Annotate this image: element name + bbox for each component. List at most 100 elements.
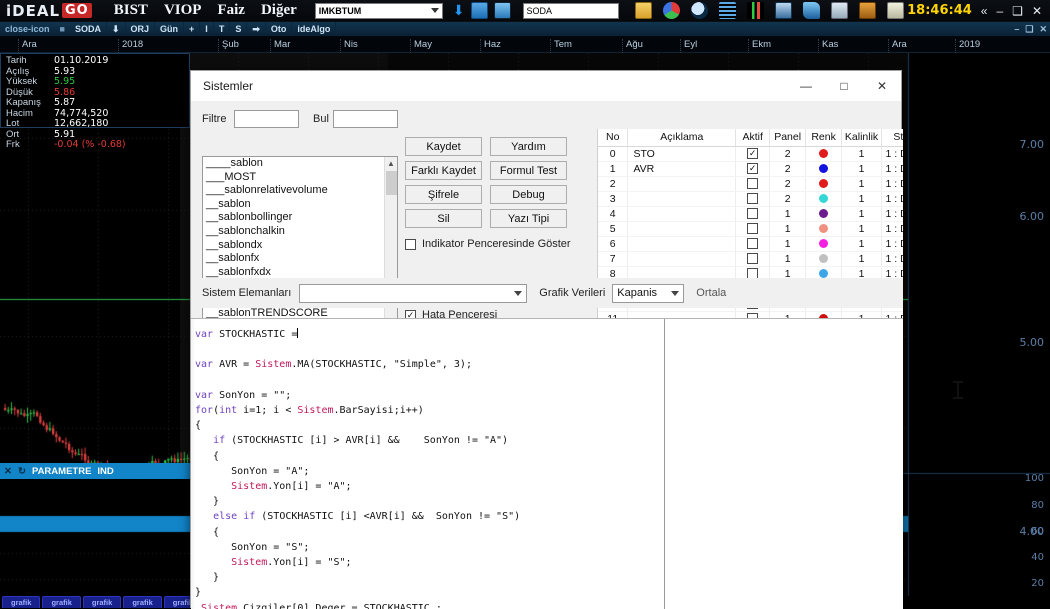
code-text-area[interactable]: var STOCKHASTIC = var AVR = Sistem.MA(ST… — [191, 319, 665, 609]
chart-tab[interactable]: grafik — [2, 596, 41, 608]
code-editor[interactable]: var STOCKHASTIC = var AVR = Sistem.MA(ST… — [191, 318, 903, 609]
active-checkbox-cell[interactable] — [735, 236, 771, 252]
debug-button[interactable]: Debug — [490, 185, 567, 204]
color-swatch[interactable] — [819, 224, 829, 234]
chart-data-combo[interactable]: Kapanis — [612, 283, 685, 303]
symbol-input[interactable]: SODA — [522, 2, 619, 19]
toolbar-item-oto[interactable]: Oto — [266, 22, 293, 36]
menu-item-diger[interactable]: Diğer — [261, 2, 297, 19]
collapse-icon[interactable]: « — [981, 4, 988, 18]
indicator-parameter-bar[interactable]: ✕ ↻ PARAMETRE IND — [0, 463, 190, 479]
color-swatch[interactable] — [819, 254, 829, 264]
color-cell[interactable] — [805, 221, 843, 237]
table-column-header[interactable]: Sti — [881, 129, 903, 147]
table-row[interactable]: 3 2 11 : Dü — [598, 191, 903, 207]
close-icon[interactable]: close-icon — [0, 22, 55, 36]
table-row[interactable]: 5111 : Dü — [598, 221, 903, 237]
toolbar-item-s[interactable]: S — [230, 22, 248, 36]
chart-maximize-button[interactable]: ❑ — [1022, 24, 1036, 35]
window-icon[interactable] — [774, 2, 792, 19]
encrypt-button[interactable]: Şifrele — [405, 185, 482, 204]
active-checkbox-cell[interactable] — [735, 206, 771, 222]
active-checkbox-cell[interactable]: ✓ — [735, 146, 771, 162]
delete-button[interactable]: Sil — [405, 209, 482, 228]
down-arrow-icon[interactable]: ⬇ — [107, 22, 126, 36]
system-list-item[interactable]: ____sablon — [203, 157, 384, 171]
active-checkbox-cell[interactable] — [735, 251, 771, 267]
symbol-label[interactable]: SODA — [70, 22, 107, 36]
scroll-up-icon[interactable]: ▲ — [385, 157, 397, 170]
bars-icon[interactable] — [718, 2, 736, 19]
chart-tab[interactable]: grafik — [42, 596, 81, 608]
color-swatch[interactable] — [819, 239, 829, 249]
chart-tab[interactable]: grafik — [123, 596, 162, 608]
search-icon[interactable] — [690, 2, 708, 19]
right-arrow-icon[interactable]: ➡ — [247, 22, 266, 36]
show-in-indicator-window-row[interactable]: Indikator Penceresinde Göster — [405, 238, 571, 250]
color-cell[interactable] — [805, 236, 843, 252]
color-cell[interactable] — [805, 146, 843, 162]
color-swatch[interactable] — [819, 209, 829, 219]
menu-item-bist[interactable]: BIST — [114, 2, 148, 19]
table-row[interactable]: 6111 : Dü — [598, 236, 903, 252]
filter-input[interactable] — [234, 110, 299, 128]
active-checkbox[interactable]: ✓ — [747, 163, 759, 175]
maximize-button[interactable]: ❑ — [1012, 4, 1023, 18]
close-button[interactable]: ✕ — [1032, 4, 1042, 18]
table-column-header[interactable]: No — [598, 129, 629, 147]
active-checkbox[interactable] — [747, 208, 759, 220]
close-icon[interactable]: ✕ — [4, 466, 12, 477]
chart-minimize-button[interactable]: – — [1011, 24, 1022, 34]
candlestick-icon[interactable] — [746, 2, 764, 19]
save-as-button[interactable]: Farklı Kaydet — [405, 161, 482, 180]
table-row[interactable]: 2 2 11 : Dü — [598, 176, 903, 192]
dialog-maximize-button[interactable]: □ — [825, 71, 863, 101]
menu-item-viop[interactable]: VIOP — [164, 2, 202, 19]
formula-test-button[interactable]: Formul Test — [490, 161, 567, 180]
chart-tab[interactable]: grafik — [82, 596, 122, 608]
active-checkbox[interactable] — [747, 178, 759, 190]
pie-chart-icon[interactable] — [662, 2, 680, 19]
table-row[interactable]: 4111 : Dü — [598, 206, 903, 222]
color-swatch[interactable] — [819, 194, 829, 204]
dialog-minimize-button[interactable]: — — [787, 71, 825, 101]
table-row[interactable]: 1AVR✓211 : Dü — [598, 161, 903, 177]
color-swatch[interactable] — [819, 179, 829, 189]
active-checkbox[interactable] — [747, 193, 759, 205]
active-checkbox-cell[interactable] — [735, 221, 771, 237]
active-checkbox[interactable]: ✓ — [747, 148, 759, 160]
monitor-icon[interactable] — [493, 2, 511, 19]
market-select[interactable]: IMKBTUM — [314, 2, 443, 19]
color-swatch[interactable] — [819, 269, 829, 279]
table-column-header[interactable]: Kalinlik — [841, 129, 883, 147]
notes-icon[interactable] — [634, 2, 652, 19]
show-in-indicator-window-checkbox[interactable] — [405, 238, 416, 250]
dialog-close-button[interactable]: ✕ — [863, 71, 901, 101]
editor-side-pane[interactable] — [665, 319, 903, 609]
save-button[interactable]: Kaydet — [405, 137, 482, 156]
active-checkbox-cell[interactable] — [735, 176, 771, 192]
refresh-icon[interactable]: ↻ — [18, 466, 26, 477]
table-column-header[interactable]: Açıklama — [627, 129, 737, 147]
color-cell[interactable] — [805, 176, 843, 192]
font-button[interactable]: Yazı Tipi — [490, 209, 567, 228]
toolbar-item-i[interactable]: I — [200, 22, 214, 36]
toolbar-item-t[interactable]: T — [214, 22, 231, 36]
system-list-item[interactable]: __sablon — [203, 198, 384, 212]
system-list-item[interactable]: ___MOST — [203, 171, 384, 185]
download-icon[interactable]: ⬇ — [453, 2, 465, 19]
system-list-item[interactable]: ___sablonrelativevolume — [203, 184, 384, 198]
brush-icon[interactable] — [886, 2, 904, 19]
menu-item-faiz[interactable]: Faiz — [217, 2, 245, 19]
color-cell[interactable] — [805, 251, 843, 267]
table-row[interactable]: 7111 : Dü — [598, 251, 903, 267]
system-list-item[interactable]: __sablondx — [203, 239, 384, 253]
toolbar-item-plus[interactable]: + — [184, 22, 201, 36]
dialog-title-bar[interactable]: Sistemler — □ ✕ — [191, 71, 901, 101]
color-cell[interactable] — [805, 161, 843, 177]
scrollbar-thumb[interactable] — [386, 171, 397, 195]
minimize-button[interactable]: – — [996, 4, 1003, 18]
book-icon[interactable] — [802, 2, 820, 19]
help-button[interactable]: Yardım — [490, 137, 567, 156]
active-checkbox[interactable] — [747, 238, 759, 250]
